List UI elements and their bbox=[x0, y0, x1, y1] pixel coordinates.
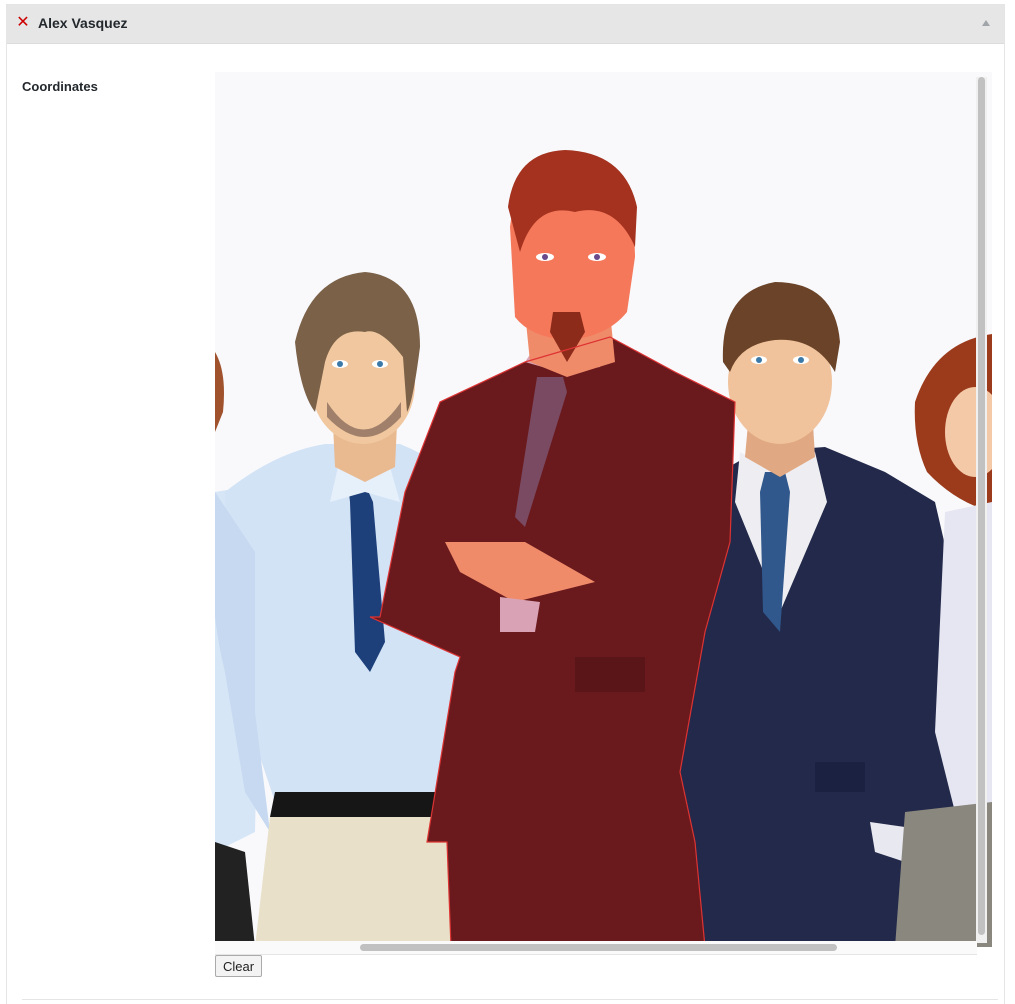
vertical-scroll-thumb[interactable] bbox=[978, 77, 985, 935]
item-panel: ✕ Alex Vasquez Coordinates Clear bbox=[6, 4, 1005, 1004]
divider bbox=[22, 999, 998, 1000]
panel-title: Alex Vasquez bbox=[38, 15, 128, 31]
image-map-canvas[interactable] bbox=[215, 72, 992, 947]
close-icon[interactable]: ✕ bbox=[16, 15, 30, 31]
panel-header[interactable]: ✕ Alex Vasquez bbox=[7, 5, 1004, 44]
people-illustration bbox=[215, 72, 992, 947]
vertical-scrollbar[interactable] bbox=[976, 77, 987, 943]
horizontal-scroll-thumb[interactable] bbox=[360, 944, 837, 951]
coordinates-label: Coordinates bbox=[22, 79, 98, 94]
horizontal-scrollbar[interactable] bbox=[215, 941, 977, 955]
clear-button[interactable]: Clear bbox=[215, 955, 262, 977]
triangle-up-icon[interactable] bbox=[982, 20, 990, 26]
